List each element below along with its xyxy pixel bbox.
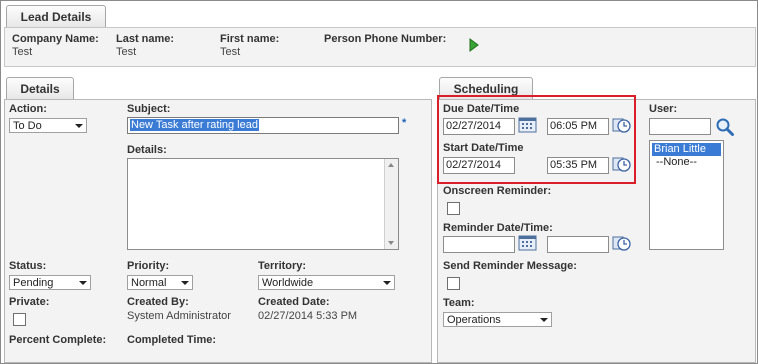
chevron-down-icon — [540, 318, 548, 322]
calendar-icon[interactable] — [518, 235, 537, 251]
tab-lead-details-label: Lead Details — [20, 10, 92, 24]
reminder-time-input[interactable] — [547, 236, 609, 253]
first-name-label: First name: — [220, 33, 280, 45]
created-by-value: System Administrator — [127, 310, 231, 322]
team-select[interactable]: Operations — [443, 312, 552, 327]
user-label: User: — [649, 103, 678, 115]
subject-label: Subject: — [127, 103, 171, 115]
subject-input[interactable]: New Task after rating lead — [127, 117, 399, 134]
user-listbox[interactable]: Brian Little --None-- — [649, 140, 724, 250]
team-label: Team: — [443, 297, 475, 309]
action-select[interactable]: To Do — [9, 118, 87, 133]
onscreen-reminder-label: Onscreen Reminder: — [443, 185, 552, 197]
created-by-label: Created By: — [127, 296, 189, 308]
chevron-down-icon — [383, 281, 391, 285]
status-select-value: Pending — [13, 277, 54, 289]
user-option-selected[interactable]: Brian Little — [652, 143, 721, 156]
user-search-input[interactable] — [649, 118, 711, 135]
status-label: Status: — [9, 260, 47, 272]
priority-select-value: Normal — [131, 277, 167, 289]
scroll-up-icon[interactable] — [388, 163, 394, 167]
onscreen-reminder-checkbox[interactable] — [447, 202, 460, 215]
priority-label: Priority: — [127, 260, 170, 272]
scroll-down-icon[interactable] — [388, 241, 394, 245]
tab-details[interactable]: Details — [6, 77, 74, 100]
tab-scheduling-label: Scheduling — [453, 82, 519, 96]
details-label: Details: — [127, 144, 167, 156]
required-marker: * — [402, 117, 407, 129]
company-name-label: Company Name: — [12, 33, 99, 45]
chevron-down-icon — [79, 281, 87, 285]
percent-complete-label: Percent Complete: — [9, 334, 107, 346]
chevron-down-icon — [75, 124, 83, 128]
user-option[interactable]: --None-- — [652, 156, 721, 169]
reminder-date-time-label: Reminder Date/Time: — [443, 222, 553, 234]
subject-input-value: New Task after rating lead — [130, 119, 259, 131]
territory-label: Territory: — [258, 260, 307, 272]
reminder-date-input[interactable] — [443, 236, 515, 253]
details-scrollbar[interactable] — [384, 159, 398, 249]
lead-details-panel: Company Name: Test Last name: Test First… — [4, 27, 756, 67]
priority-select[interactable]: Normal — [127, 275, 193, 290]
company-name-value: Test — [12, 46, 33, 58]
status-select[interactable]: Pending — [9, 275, 91, 290]
territory-select[interactable]: Worldwide — [258, 275, 395, 290]
call-play-icon[interactable] — [469, 38, 479, 52]
action-label: Action: — [9, 103, 47, 115]
tab-lead-details[interactable]: Lead Details — [6, 5, 106, 28]
created-date-value: 02/27/2014 5:33 PM — [258, 310, 358, 322]
private-checkbox[interactable] — [13, 313, 26, 326]
search-icon[interactable] — [715, 117, 735, 137]
last-name-label: Last name: — [116, 33, 175, 45]
clock-icon[interactable] — [612, 235, 631, 251]
tab-details-label: Details — [20, 82, 60, 96]
chevron-down-icon — [181, 281, 189, 285]
send-reminder-checkbox[interactable] — [447, 277, 460, 290]
territory-select-value: Worldwide — [262, 277, 314, 289]
phone-number-label: Person Phone Number: — [324, 33, 447, 45]
details-textarea[interactable] — [127, 158, 399, 250]
first-name-value: Test — [220, 46, 241, 58]
action-select-value: To Do — [13, 120, 42, 132]
private-label: Private: — [9, 296, 50, 308]
details-panel: Action: To Do Subject: New Task after ra… — [4, 99, 432, 363]
highlight-box — [437, 95, 636, 184]
last-name-value: Test — [116, 46, 137, 58]
completed-time-label: Completed Time: — [127, 334, 217, 346]
team-select-value: Operations — [447, 314, 501, 326]
created-date-label: Created Date: — [258, 296, 330, 308]
send-reminder-label: Send Reminder Message: — [443, 260, 577, 272]
